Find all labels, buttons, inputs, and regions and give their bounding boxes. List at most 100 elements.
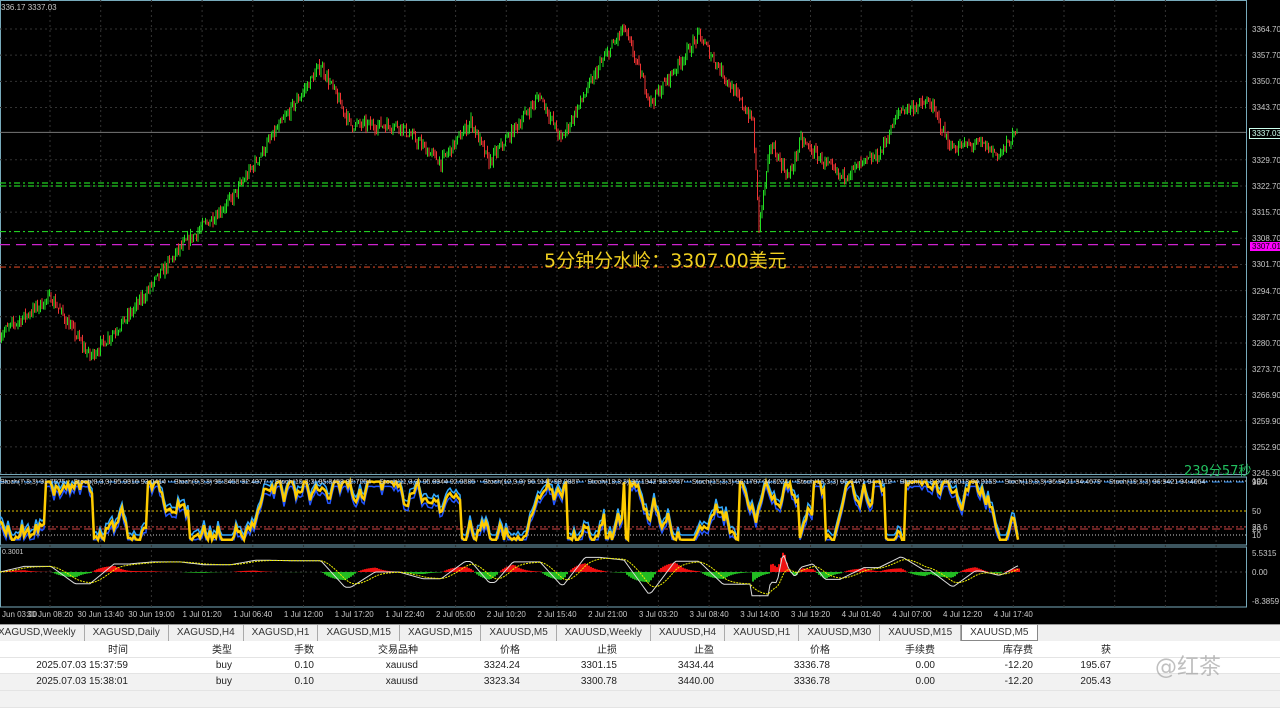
stoch-legend-entry: Stoch(13,3,3) 96.1342 93.9787 — [587, 479, 684, 486]
macd-histogram-bar — [586, 564, 588, 572]
macd-histogram-bar — [914, 572, 916, 575]
table-cell: 3323.34 — [483, 676, 520, 688]
macd-histogram-bar — [726, 572, 728, 578]
table-row[interactable]: 2025.07.03 15:37:59 buy 0.10 xauusd 3324.24 3… — [0, 658, 1280, 674]
chart-tab[interactable]: XAUUSD,M15 — [880, 625, 962, 641]
macd-histogram-bar — [468, 568, 470, 572]
macd-histogram-bar — [258, 571, 260, 572]
macd-histogram-bar — [238, 571, 240, 572]
positions-table: 时间 类型 手数 交易品种 价格 止损 止盈 价格 手续费 库存费获 2025.07.03 15:3… — [0, 641, 1280, 708]
chart-tab[interactable]: XAUUSD,Weekly — [557, 625, 651, 641]
watermark: @红茶 — [1155, 655, 1222, 680]
table-row[interactable]: 2025.07.03 15:38:01 buy 0.10 xauusd 3323.34 3… — [0, 674, 1280, 691]
price-axis-label: 3266.90 — [1252, 390, 1280, 400]
time-axis-label: 1 Jul 06:40 — [233, 610, 273, 619]
macd-histogram-bar — [896, 568, 898, 572]
macd-histogram-bar — [500, 570, 502, 572]
macd-histogram-bar — [426, 572, 428, 574]
macd-histogram-bar — [704, 572, 706, 575]
macd-histogram-bar — [840, 572, 842, 574]
chart-tab[interactable]: XAGUSD,M15 — [400, 625, 482, 641]
table-cell: 3300.78 — [580, 676, 617, 688]
macd-histogram-bar — [686, 569, 688, 572]
macd-histogram-bar — [26, 570, 28, 572]
macd-histogram-bar — [18, 570, 20, 572]
macd-histogram-bar — [900, 568, 902, 572]
macd-histogram-bar — [188, 572, 190, 573]
table-cell: 止损 — [597, 645, 617, 657]
macd-histogram-bar — [328, 572, 330, 577]
macd-histogram-bar — [200, 572, 202, 573]
macd-histogram-bar — [244, 570, 246, 572]
stoch-axis-label: 98.4 — [1252, 477, 1268, 487]
macd-histogram-bar — [734, 572, 736, 575]
macd-histogram-bar — [358, 571, 360, 572]
chart-tab[interactable]: XAGUSD,H1 — [244, 625, 319, 641]
macd-histogram-bar — [54, 572, 56, 574]
table-cell: 3440.00 — [677, 676, 714, 688]
stoch-legend-entry: Stoch(12,3,3) 96.1145 93.2887 — [483, 479, 580, 486]
macd-histogram-bar — [924, 572, 926, 577]
macd-histogram-bar — [140, 571, 142, 572]
macd-histogram-bar — [762, 572, 764, 576]
price-chart[interactable] — [0, 0, 1280, 624]
macd-histogram-bar — [570, 569, 572, 572]
macd-histogram-bar — [752, 572, 754, 582]
macd-histogram-bar — [466, 567, 468, 572]
macd-histogram-bar — [142, 571, 144, 572]
macd-axis-label: 0.00 — [1252, 568, 1268, 577]
macd-histogram-bar — [208, 572, 210, 573]
table-cell: xauusd — [385, 659, 418, 671]
macd-histogram-bar — [588, 565, 590, 572]
macd-axis-label: 5.5315 — [1252, 549, 1277, 559]
macd-histogram-bar — [768, 572, 770, 574]
macd-histogram-bar — [246, 570, 248, 572]
macd-histogram-bar — [1018, 568, 1020, 572]
price-axis-label: 3280.70 — [1252, 338, 1280, 348]
table-cell: 3301.15 — [580, 659, 617, 671]
macd-histogram-bar — [724, 572, 726, 579]
macd-histogram-bar — [808, 568, 810, 572]
macd-histogram-bar — [928, 572, 930, 575]
macd-histogram-bar — [694, 570, 696, 572]
macd-histogram-bar — [594, 568, 596, 572]
macd-histogram-bar — [890, 569, 892, 572]
macd-histogram-bar — [122, 569, 124, 572]
macd-histogram-bar — [424, 572, 426, 574]
chart-tab[interactable]: XAGUSD,Daily — [85, 625, 169, 641]
chart-tab[interactable]: XAUUSD,M5 — [961, 625, 1038, 641]
price-axis-label: 3357.70 — [1252, 51, 1280, 61]
table-cell: 3336.78 — [793, 659, 830, 671]
macd-histogram-bar — [950, 572, 952, 578]
chart-tab[interactable]: XAUUSD,M30 — [799, 625, 881, 641]
macd-histogram-bar — [472, 570, 474, 572]
macd-histogram-bar — [1000, 572, 1002, 573]
macd-histogram-bar — [470, 568, 472, 572]
stoch-legend: Stoch(7,3,3) 91.7575 Stoch(8,3,3) 95.9916… — [0, 479, 1246, 486]
chart-tab[interactable]: XAUUSD,M5 — [481, 625, 557, 641]
macd-histogram-bar — [524, 569, 526, 572]
time-axis-label: 4 Jul 01:40 — [841, 610, 881, 619]
table-cell: 3336.78 — [793, 676, 830, 688]
macd-histogram-bar — [692, 570, 694, 572]
chart-tab[interactable]: XAGUSD,H4 — [169, 625, 244, 641]
macd-histogram-bar — [322, 572, 324, 573]
time-axis-label: 1 Jul 12:00 — [283, 610, 324, 619]
stoch-legend-entry: Stoch(19,3,3) 96.9421 94.4664 — [1108, 479, 1206, 486]
macd-histogram-bar — [242, 570, 244, 572]
macd-histogram-bar — [326, 572, 328, 576]
chart-tab[interactable]: XAGUSD,M15 — [318, 625, 400, 641]
macd-histogram-bar — [910, 572, 912, 574]
chart-tab[interactable]: XAGUSD,Weekly — [0, 625, 85, 641]
chart-tab[interactable]: XAUUSD,H1 — [725, 625, 800, 641]
macd-histogram-bar — [740, 572, 742, 574]
macd-histogram-bar — [948, 572, 950, 578]
time-axis-label: 4 Jul 07:00 — [892, 610, 932, 619]
macd-histogram-bar — [954, 572, 956, 577]
time-axis-label: 30 Jun 13:40 — [77, 610, 124, 619]
macd-histogram-bar — [96, 569, 98, 572]
chart-tab[interactable]: XAUUSD,H4 — [651, 625, 726, 641]
macd-histogram-bar — [660, 567, 662, 572]
macd-histogram-bar — [834, 572, 836, 575]
macd-histogram-bar — [444, 570, 446, 572]
